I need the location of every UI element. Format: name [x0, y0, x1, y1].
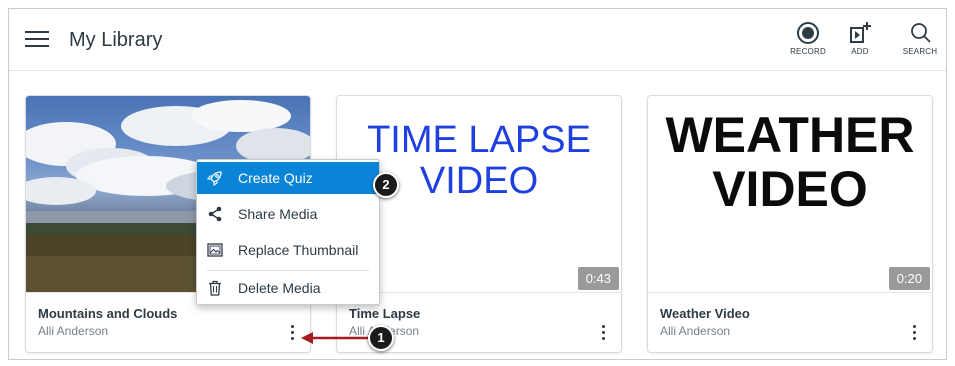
- duration-badge: 0:20: [888, 267, 930, 290]
- menu-item-label: Share Media: [238, 206, 318, 222]
- media-thumbnail[interactable]: WEATHER VIDEO 0:20: [648, 96, 932, 292]
- rocket-icon: [207, 171, 222, 186]
- record-label: RECORD: [790, 47, 826, 56]
- thumbnail-line: VIDEO: [712, 161, 868, 217]
- add-label: ADD: [851, 47, 869, 56]
- duration-badge: 0:43: [577, 267, 619, 290]
- hamburger-menu-icon[interactable]: [25, 29, 49, 49]
- menu-item-label: Replace Thumbnail: [238, 242, 359, 258]
- callout-badge: 2: [373, 172, 399, 198]
- record-button[interactable]: RECORD: [783, 21, 833, 65]
- share-icon: [208, 206, 222, 222]
- menu-item-label: Create Quiz: [238, 170, 313, 186]
- media-options-menu: Create Quiz Share Media Replace Thumbnai…: [196, 159, 380, 305]
- thumbnail-line: WEATHER: [665, 107, 915, 163]
- record-icon: [797, 22, 819, 44]
- add-media-icon: [850, 22, 871, 43]
- search-icon: [911, 23, 931, 43]
- trash-icon: [209, 280, 221, 296]
- media-title[interactable]: Weather Video: [660, 306, 750, 321]
- thumbnail-line: TIME LAPSE: [367, 119, 591, 161]
- media-options-icon[interactable]: [286, 325, 298, 343]
- media-author: Alli Anderson: [660, 324, 731, 338]
- media-title[interactable]: Mountains and Clouds: [38, 306, 177, 321]
- page-title: My Library: [69, 29, 163, 51]
- media-card-weather[interactable]: WEATHER VIDEO 0:20 Weather Video Alli An…: [647, 95, 933, 353]
- image-icon: [207, 243, 223, 257]
- callout-arrow-icon: [301, 332, 369, 344]
- media-meta: Weather Video Alli Anderson: [648, 292, 932, 352]
- media-author: Alli Anderson: [38, 324, 109, 338]
- menu-item-replace-thumbnail[interactable]: Replace Thumbnail: [197, 234, 379, 266]
- menu-item-create-quiz[interactable]: Create Quiz: [197, 162, 379, 194]
- library-frame: My Library RECORD ADD SEARCH Mountains a…: [8, 8, 947, 360]
- media-options-icon[interactable]: [597, 325, 609, 343]
- search-button[interactable]: SEARCH: [895, 21, 945, 65]
- menu-item-label: Delete Media: [238, 280, 321, 296]
- search-label: SEARCH: [902, 47, 938, 56]
- thumbnail-text: WEATHER VIDEO: [648, 108, 932, 216]
- menu-item-share-media[interactable]: Share Media: [197, 198, 379, 230]
- menu-item-delete-media[interactable]: Delete Media: [197, 272, 379, 304]
- menu-divider: [207, 270, 369, 271]
- callout-badge: 1: [368, 325, 394, 351]
- media-options-icon[interactable]: [908, 325, 920, 343]
- add-button[interactable]: ADD: [835, 21, 885, 65]
- header-bar: My Library RECORD ADD SEARCH: [9, 9, 946, 71]
- media-title[interactable]: Time Lapse: [349, 306, 420, 321]
